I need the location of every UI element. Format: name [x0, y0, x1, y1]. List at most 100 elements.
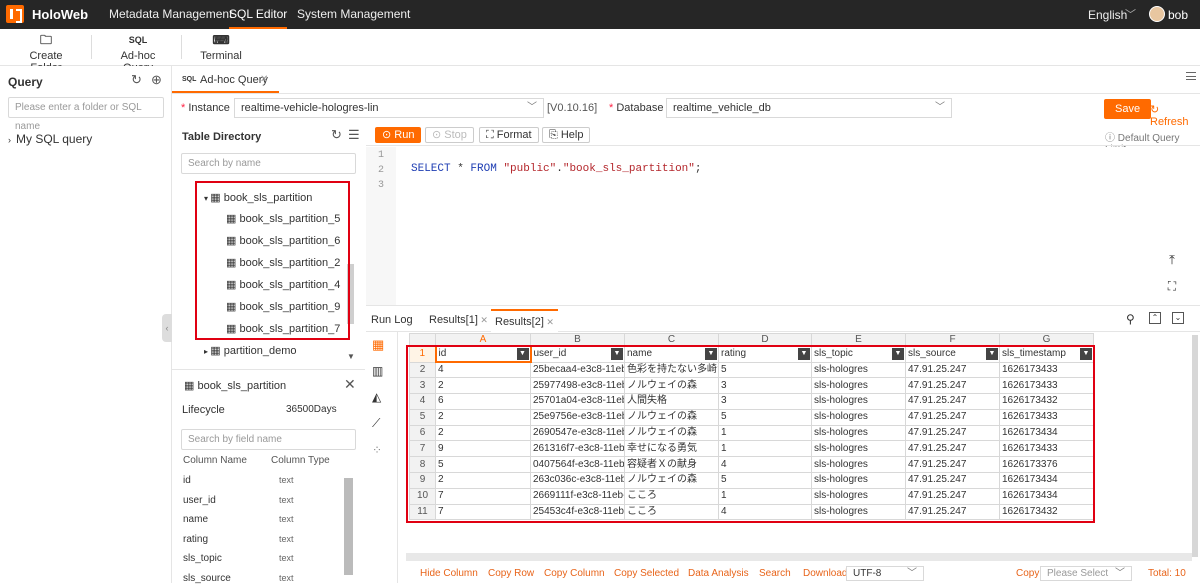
table-cell[interactable]: 容疑者Ｘの献身 — [624, 456, 719, 474]
table-cell[interactable]: 2690547e-e3c8-11eb-a — [530, 424, 625, 442]
row-number[interactable]: 5 — [409, 408, 436, 426]
filter-dropdown-icon[interactable]: ▼ — [892, 347, 904, 360]
table-cell[interactable]: 9 — [435, 440, 531, 458]
tree-node-partition[interactable]: ▦ book_sls_partition_2 — [226, 256, 340, 269]
table-cell[interactable]: 47.91.25.247 — [905, 472, 1000, 489]
username[interactable]: bob — [1168, 8, 1188, 22]
collapse-handle[interactable]: ‹ — [162, 314, 172, 342]
table-cell[interactable]: 5 — [435, 456, 531, 474]
table-cell[interactable]: sls-hologres — [811, 377, 906, 395]
scroll-top-icon[interactable]: ⤒ — [1164, 252, 1180, 268]
table-cell[interactable]: 1626173433 — [999, 440, 1094, 458]
database-select[interactable]: realtime_vehicle_db ﹀ — [666, 98, 952, 118]
sql-code-line[interactable]: SELECT * FROM "public"."book_sls_partiti… — [411, 163, 702, 175]
row-number[interactable]: 3 — [409, 377, 436, 395]
tab-adhoc-query[interactable]: SQL Ad-hoc Query ✕ — [172, 66, 279, 93]
table-cell[interactable]: 2 — [435, 408, 531, 426]
column-header[interactable]: sls_timestamp ▼ — [999, 345, 1094, 363]
save-button[interactable]: Save — [1104, 99, 1152, 119]
row-number[interactable]: 6 — [409, 424, 436, 442]
row-number[interactable]: 11 — [409, 503, 436, 521]
row-number[interactable]: 7 — [409, 440, 436, 458]
field-search-input[interactable]: Search by field name — [181, 429, 356, 450]
column-letter[interactable]: B — [530, 333, 625, 347]
table-cell[interactable]: 47.91.25.247 — [905, 408, 1000, 426]
avatar[interactable] — [1149, 6, 1165, 22]
table-cell[interactable]: 1 — [718, 424, 812, 442]
tree-node-partition[interactable]: ▦ book_sls_partition_4 — [226, 278, 340, 291]
column-letter[interactable]: D — [718, 333, 812, 347]
table-cell[interactable]: sls-hologres — [811, 472, 906, 489]
tree-node-partition[interactable]: ▦ book_sls_partition_7 — [226, 322, 340, 335]
tab-results-1[interactable]: Results[1] ✕ — [429, 314, 488, 326]
column-header[interactable]: rating ▼ — [718, 345, 812, 363]
minimize-icon[interactable]: ⌄ — [1172, 312, 1184, 324]
table-cell[interactable]: こころ — [624, 487, 719, 505]
table-cell[interactable]: sls-hologres — [811, 408, 906, 426]
pin-icon[interactable]: ⚲ — [1126, 312, 1135, 326]
menu-icon[interactable] — [1186, 72, 1196, 80]
table-cell[interactable]: 47.91.25.247 — [905, 440, 1000, 458]
list-toggle-icon[interactable]: ☰ — [348, 127, 360, 143]
copy-label[interactable]: Copy — [1016, 568, 1039, 579]
table-cell[interactable]: 1626173433 — [999, 361, 1094, 379]
footer-action-download[interactable]: Download — [803, 568, 847, 579]
table-cell[interactable]: sls-hologres — [811, 487, 906, 505]
table-cell[interactable]: ノルウェイの森 — [624, 472, 719, 489]
table-cell[interactable]: 4 — [435, 361, 531, 379]
table-view-icon[interactable]: ▦ — [372, 337, 388, 352]
column-letter[interactable]: C — [624, 333, 719, 347]
close-icon[interactable]: ✕ — [344, 376, 356, 393]
table-cell[interactable]: 3 — [718, 393, 812, 410]
table-cell[interactable]: sls-hologres — [811, 361, 906, 379]
query-search-input[interactable]: Please enter a folder or SQL name — [8, 97, 164, 132]
scroll-down-icon[interactable]: ▼ — [347, 352, 355, 361]
column-header[interactable]: name ▼ — [624, 345, 719, 363]
table-cell[interactable]: こころ — [624, 503, 719, 521]
table-cell[interactable]: 幸せになる勇気 — [624, 440, 719, 458]
column-header[interactable]: user_id ▼ — [530, 345, 625, 363]
row-number[interactable]: 4 — [409, 393, 436, 410]
table-cell[interactable]: 263c036c-e3c8-11eb-a — [530, 472, 625, 489]
locate-icon[interactable]: ⊕ — [151, 72, 162, 88]
table-cell[interactable]: 47.91.25.247 — [905, 361, 1000, 379]
tree-node-partition[interactable]: ▦ book_sls_partition_6 — [226, 234, 340, 247]
table-cell[interactable]: 6 — [435, 393, 531, 410]
table-cell[interactable]: sls-hologres — [811, 424, 906, 442]
filter-dropdown-icon[interactable]: ▼ — [705, 347, 717, 360]
tab-results-2[interactable]: Results[2] ✕ — [491, 309, 558, 332]
column-letter[interactable]: G — [999, 333, 1094, 347]
line-chart-icon[interactable]: ⟋ — [372, 416, 388, 430]
footer-action-copy-column[interactable]: Copy Column — [544, 568, 605, 579]
area-chart-icon[interactable]: ◭ — [372, 390, 388, 404]
table-cell[interactable]: 47.91.25.247 — [905, 503, 1000, 521]
chevron-down-icon[interactable]: ﹀ — [1125, 6, 1136, 22]
table-cell[interactable]: 1626173376 — [999, 456, 1094, 474]
table-cell[interactable]: 47.91.25.247 — [905, 393, 1000, 410]
table-cell[interactable]: 47.91.25.247 — [905, 377, 1000, 395]
scrollbar[interactable] — [347, 264, 354, 324]
bar-chart-icon[interactable]: ▥ — [372, 364, 388, 378]
sql-editor[interactable]: 1 2 3 SELECT * FROM "public"."book_sls_p… — [366, 147, 1180, 305]
table-cell[interactable]: 47.91.25.247 — [905, 456, 1000, 474]
stop-button[interactable]: ⊙ Stop — [425, 127, 474, 143]
table-cell[interactable]: 261316f7-e3c8-11eb-b — [530, 440, 625, 458]
column-letter[interactable]: E — [811, 333, 906, 347]
table-cell[interactable]: 色彩を持たない多崎つ — [624, 361, 719, 379]
table-cell[interactable]: 0407564f-e3c8-11eb-8 — [530, 456, 625, 474]
vertical-scrollbar[interactable] — [1192, 335, 1198, 557]
table-cell[interactable]: 1626173433 — [999, 377, 1094, 395]
table-cell[interactable]: 25becaa4-e3c8-11eb-9 — [530, 361, 625, 379]
table-cell[interactable]: 1626173434 — [999, 424, 1094, 442]
close-icon[interactable]: ✕ — [544, 317, 554, 327]
filter-dropdown-icon[interactable]: ▼ — [1080, 347, 1092, 360]
tree-node-partition-demo[interactable]: ▸ ▦ partition_demo — [204, 344, 296, 357]
table-cell[interactable]: sls-hologres — [811, 503, 906, 521]
table-cell[interactable]: 1626173432 — [999, 503, 1094, 521]
tree-node-partition[interactable]: ▦ book_sls_partition_9 — [226, 300, 340, 313]
tree-node-book-sls-partition[interactable]: ▾ ▦ book_sls_partition — [204, 191, 312, 204]
help-button[interactable]: ⎘ Help — [542, 127, 591, 143]
table-cell[interactable]: sls-hologres — [811, 456, 906, 474]
table-cell[interactable]: 4 — [718, 503, 812, 521]
encoding-select[interactable]: UTF-8 ﹀ — [846, 566, 924, 581]
